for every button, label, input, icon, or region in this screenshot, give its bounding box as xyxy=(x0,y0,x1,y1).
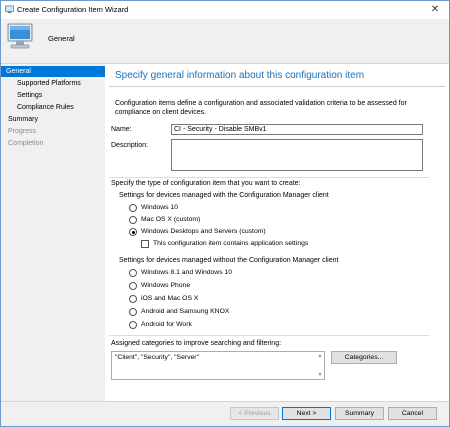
nav-item-supported-platforms[interactable]: Supported Platforms xyxy=(1,78,105,89)
scroll-up-icon[interactable]: ▲ xyxy=(317,353,323,359)
radio-mac-os-x-custom-label: Mac OS X (custom) xyxy=(141,216,201,223)
radio-windows-phone[interactable] xyxy=(129,282,137,290)
wizard-nav: General Supported Platforms Settings Com… xyxy=(1,64,105,401)
categories-list[interactable]: "Client", "Security", "Server" ▲ ▼ xyxy=(111,351,325,380)
section-divider xyxy=(109,177,429,178)
app-settings-checkbox[interactable] xyxy=(141,240,149,248)
radio-ios-mac-os-x[interactable] xyxy=(129,295,137,303)
close-icon[interactable]: ✕ xyxy=(424,2,446,17)
nav-item-completion: Completion xyxy=(8,140,44,147)
heading-divider xyxy=(109,86,445,87)
nav-item-general[interactable]: General xyxy=(1,66,105,77)
radio-windows-8-1-and-10-label: Windows 8.1 and Windows 10 xyxy=(141,269,233,276)
radio-mac-os-x-custom[interactable] xyxy=(129,216,137,224)
wizard-footer: < Previous Next > Summary Cancel xyxy=(1,401,449,426)
categories-value: "Client", "Security", "Server" xyxy=(115,354,199,361)
radio-windows-10-label: Windows 10 xyxy=(141,204,179,211)
radio-android-samsung-knox-label: Android and Samsung KNOX xyxy=(141,308,230,315)
next-button[interactable]: Next > xyxy=(282,407,331,420)
description-field[interactable] xyxy=(171,139,423,171)
section-divider xyxy=(109,335,429,336)
wizard-content: Specify general information about this c… xyxy=(105,64,449,401)
type-prompt: Specify the type of configuration item t… xyxy=(111,180,301,187)
nav-item-progress: Progress xyxy=(8,128,37,135)
wizard-window: Create Configuration Item Wizard ✕ Gener… xyxy=(0,0,450,427)
categories-label: Assigned categories to improve searching… xyxy=(111,340,282,347)
managed-group-label: Settings for devices managed with the Co… xyxy=(119,192,329,199)
wizard-banner: General xyxy=(1,19,449,64)
scroll-down-icon[interactable]: ▼ xyxy=(317,372,323,378)
radio-windows-desktops-servers[interactable] xyxy=(129,228,137,236)
nav-item-compliance-rules[interactable]: Compliance Rules xyxy=(1,102,105,113)
name-field[interactable]: CI - Security - Disable SMBv1 xyxy=(171,124,423,135)
radio-android-for-work[interactable] xyxy=(129,321,137,329)
computer-icon xyxy=(7,23,33,49)
previous-button[interactable]: < Previous xyxy=(230,407,279,420)
categories-button[interactable]: Categories... xyxy=(331,351,397,364)
app-settings-checkbox-label: This configuration item contains applica… xyxy=(153,240,309,247)
window-title: Create Configuration Item Wizard xyxy=(17,5,129,14)
radio-android-for-work-label: Android for Work xyxy=(141,321,192,328)
cancel-button[interactable]: Cancel xyxy=(388,407,437,420)
radio-windows-phone-label: Windows Phone xyxy=(141,282,191,289)
page-heading: Specify general information about this c… xyxy=(115,70,365,81)
nav-item-settings[interactable]: Settings xyxy=(1,90,105,101)
description-label: Description: xyxy=(111,142,148,149)
summary-button[interactable]: Summary xyxy=(335,407,384,420)
radio-windows-desktops-servers-label: Windows Desktops and Servers (custom) xyxy=(141,228,266,235)
radio-windows-10[interactable] xyxy=(129,204,137,212)
radio-windows-8-1-and-10[interactable] xyxy=(129,269,137,277)
unmanaged-group-label: Settings for devices managed without the… xyxy=(119,257,339,264)
radio-android-samsung-knox[interactable] xyxy=(129,308,137,316)
wizard-app-icon xyxy=(5,5,14,14)
radio-ios-mac-os-x-label: iOS and Mac OS X xyxy=(141,295,199,302)
intro-text: Configuration items define a configurati… xyxy=(115,100,407,116)
banner-title: General xyxy=(48,34,75,43)
name-label: Name: xyxy=(111,126,132,133)
nav-item-summary[interactable]: Summary xyxy=(1,114,105,125)
title-bar: Create Configuration Item Wizard ✕ xyxy=(1,1,449,19)
